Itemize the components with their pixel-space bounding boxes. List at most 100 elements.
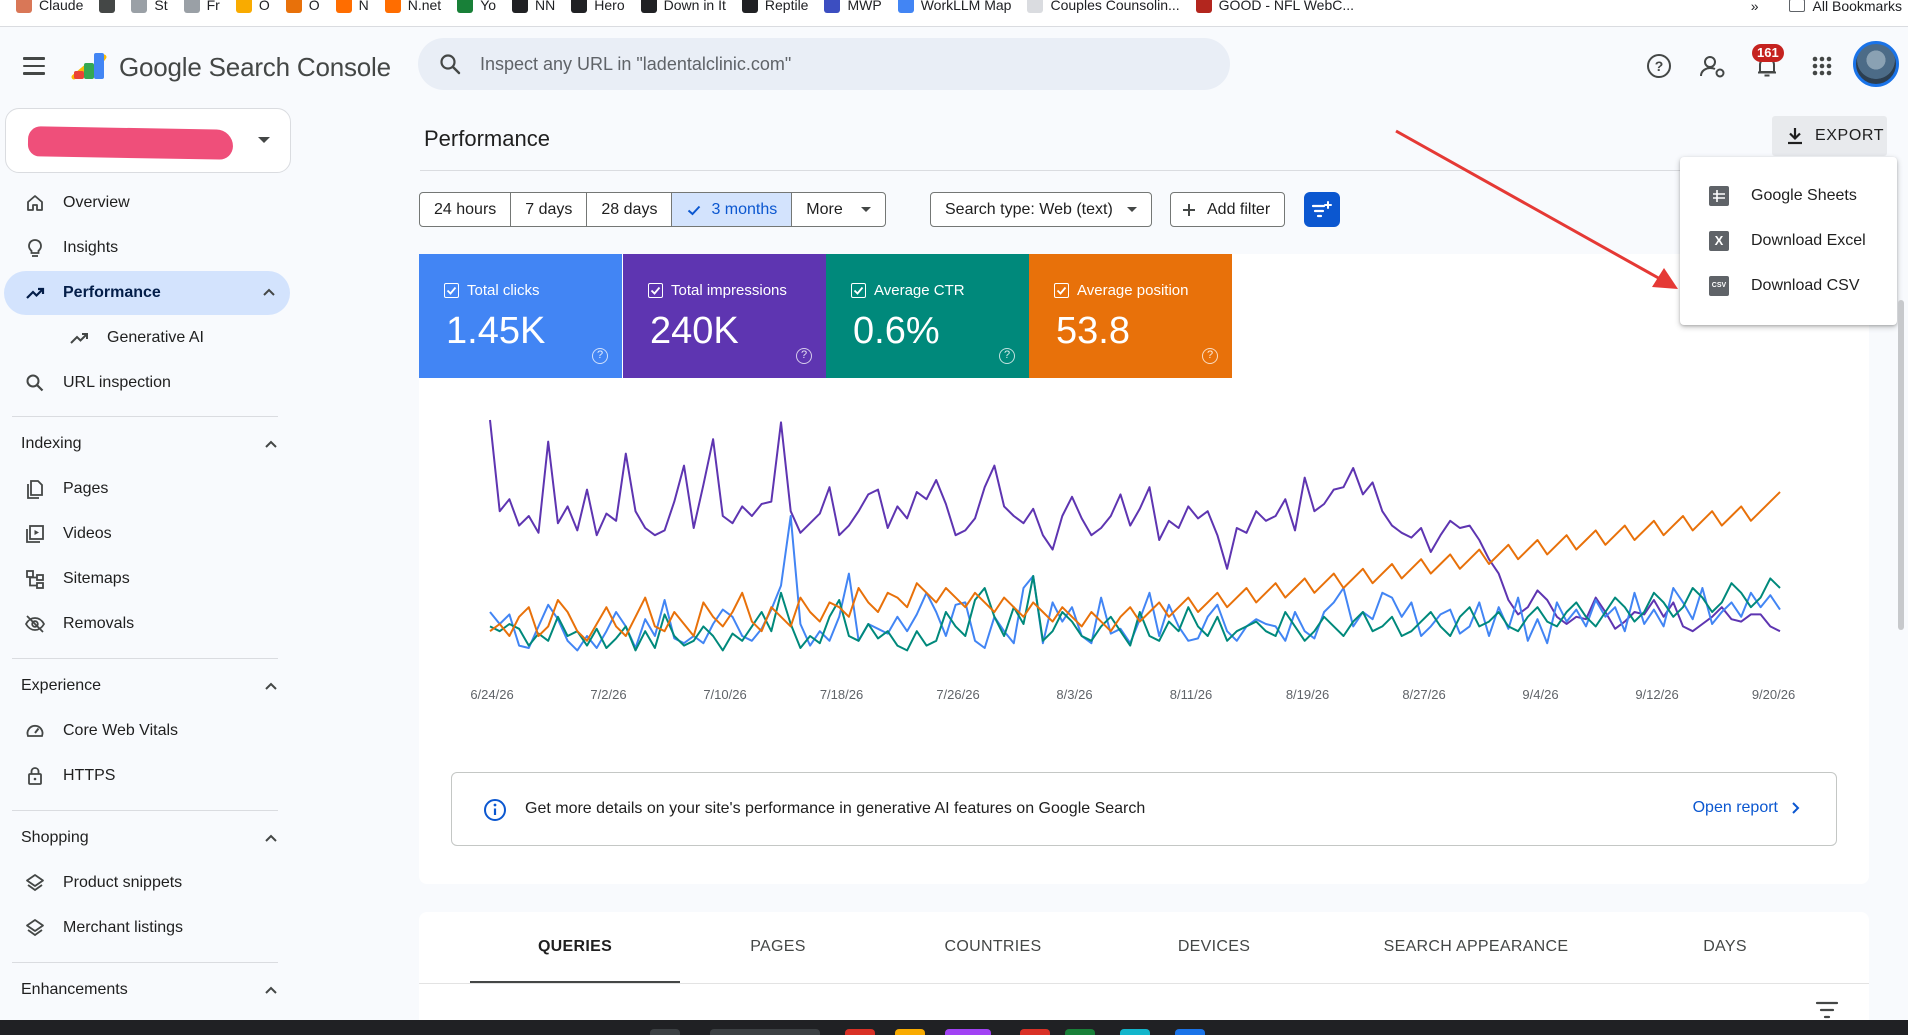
bookmark-item[interactable]: Claude: [16, 0, 83, 19]
bookmark-item[interactable]: GOOD - NFL WebC...: [1195, 0, 1354, 19]
apps-grid-icon[interactable]: [1808, 52, 1836, 80]
sidebar-item-sitemaps[interactable]: Sitemaps: [4, 557, 290, 601]
bookmark-item[interactable]: St: [131, 0, 168, 19]
bookmark-item[interactable]: Reptile: [741, 0, 809, 19]
bookmark-item[interactable]: Yo: [457, 0, 496, 19]
page-scrollbar[interactable]: [1898, 300, 1904, 630]
chevron-up-icon[interactable]: [262, 678, 280, 696]
tab-countries[interactable]: COUNTRIES: [945, 938, 1042, 956]
tab-devices[interactable]: DEVICES: [1178, 938, 1250, 956]
taskbar-app[interactable]: [650, 1029, 680, 1035]
main-menu-button[interactable]: [18, 50, 50, 82]
chevron-up-icon[interactable]: [262, 982, 280, 1000]
sidebar-item-generative-ai[interactable]: Generative AI: [4, 316, 290, 360]
section-shopping[interactable]: Shopping: [21, 829, 89, 847]
date-range-option[interactable]: 3 months: [672, 193, 793, 226]
bookmark-item[interactable]: Hero: [571, 0, 625, 19]
section-enhancements[interactable]: Enhancements: [21, 981, 128, 999]
sidebar-item-performance[interactable]: Performance: [4, 271, 290, 315]
metric-tile[interactable]: Total impressions 240K?: [623, 254, 826, 378]
taskbar-app[interactable]: [1065, 1029, 1095, 1035]
help-icon[interactable]: ?: [1645, 52, 1673, 80]
google-sheets-icon: [1709, 185, 1729, 206]
taskbar-app[interactable]: [845, 1029, 875, 1035]
bookmark-item[interactable]: Fr: [183, 0, 220, 19]
checkbox-checked-icon[interactable]: [648, 283, 663, 298]
sidebar-item-product-snippets[interactable]: Product snippets: [4, 861, 290, 905]
taskbar-app[interactable]: [945, 1029, 991, 1035]
x-tick-label: 7/26/26: [936, 687, 980, 702]
metric-tile[interactable]: Average position 53.8?: [1029, 254, 1232, 378]
bookmark-label: Claude: [39, 0, 84, 13]
all-bookmarks-label[interactable]: All Bookmarks: [1813, 0, 1902, 14]
sidebar-item-merchant-listings[interactable]: Merchant listings: [4, 906, 290, 950]
url-inspection-search[interactable]: [418, 38, 1230, 90]
export-button[interactable]: EXPORT: [1772, 116, 1887, 156]
add-filter-button[interactable]: Add filter: [1170, 192, 1286, 227]
tab-pages[interactable]: PAGES: [750, 938, 805, 956]
section-indexing[interactable]: Indexing: [21, 435, 82, 453]
bookmark-item[interactable]: MWP: [824, 0, 882, 19]
bookmark-item[interactable]: N.net: [384, 0, 441, 19]
date-range-option[interactable]: 7 days: [511, 193, 588, 226]
bookmark-item[interactable]: Couples Counsolin...: [1027, 0, 1180, 19]
taskbar-app[interactable]: [895, 1029, 925, 1035]
checkbox-checked-icon[interactable]: [444, 283, 459, 298]
bookmark-item[interactable]: WorkLLM Map: [897, 0, 1011, 19]
chevron-up-icon[interactable]: [262, 830, 280, 848]
bookmark-item[interactable]: O: [235, 0, 270, 19]
user-settings-icon[interactable]: [1699, 52, 1727, 80]
help-icon[interactable]: ?: [999, 348, 1015, 364]
help-icon[interactable]: ?: [1202, 348, 1218, 364]
filter-rows-icon[interactable]: [1815, 1000, 1839, 1020]
sidebar-item-url-inspection[interactable]: URL inspection: [4, 361, 290, 405]
sidebar-item-insights[interactable]: Insights: [4, 226, 290, 270]
bookmark-item[interactable]: N: [335, 0, 369, 19]
sidebar-item-overview[interactable]: Overview: [4, 181, 290, 225]
help-icon[interactable]: ?: [796, 348, 812, 364]
export-google-sheets[interactable]: Google Sheets: [1680, 173, 1897, 218]
metric-tile[interactable]: Average CTR 0.6%?: [826, 254, 1029, 378]
tab-search-appearance[interactable]: SEARCH APPEARANCE: [1384, 938, 1569, 956]
checkbox-checked-icon[interactable]: [851, 283, 866, 298]
search-type-filter[interactable]: Search type: Web (text): [930, 192, 1152, 227]
bookmark-item[interactable]: O: [285, 0, 320, 19]
date-range-option[interactable]: More: [792, 193, 884, 226]
taskbar-app[interactable]: [1175, 1029, 1205, 1035]
bookmark-item[interactable]: NN: [512, 0, 555, 19]
tab-days[interactable]: DAYS: [1703, 938, 1747, 956]
export-download-excel[interactable]: X Download Excel: [1680, 218, 1897, 263]
taskbar-app[interactable]: [710, 1029, 820, 1035]
search-input[interactable]: [480, 53, 1230, 75]
account-avatar[interactable]: [1853, 41, 1899, 87]
metric-label-text: Average position: [1077, 282, 1189, 299]
checkbox-checked-icon[interactable]: [1054, 283, 1069, 298]
chevron-up-icon[interactable]: [262, 436, 280, 454]
export-download-csv[interactable]: CSV Download CSV: [1680, 263, 1897, 308]
sidebar-item-videos[interactable]: Videos: [4, 512, 290, 556]
search-icon: [26, 374, 44, 392]
metric-tile[interactable]: Total clicks 1.45K?: [419, 254, 622, 378]
taskbar-app[interactable]: [1120, 1029, 1150, 1035]
chevron-up-icon[interactable]: [260, 284, 278, 302]
sidebar-item-pages[interactable]: Pages: [4, 467, 290, 511]
bookmark-item[interactable]: [99, 0, 116, 19]
sidebar-item-https[interactable]: HTTPS: [4, 754, 290, 798]
help-icon[interactable]: ?: [592, 348, 608, 364]
bookmark-label: Reptile: [764, 0, 809, 13]
sidebar-item-core-web-vitals[interactable]: Core Web Vitals: [4, 709, 290, 753]
bookmark-item[interactable]: Down in It: [640, 0, 726, 19]
open-report-link[interactable]: Open report: [1693, 799, 1800, 817]
taskbar-app[interactable]: [1020, 1029, 1050, 1035]
section-experience[interactable]: Experience: [21, 677, 101, 695]
divider: [12, 658, 278, 659]
tab-queries[interactable]: QUERIES: [538, 938, 612, 956]
sidebar-item-label: Core Web Vitals: [63, 722, 179, 739]
sidebar-item-removals[interactable]: Removals: [4, 602, 290, 646]
date-range-option[interactable]: 28 days: [587, 193, 673, 226]
more-bookmarks-button[interactable]: »: [1751, 0, 1759, 14]
compare-button[interactable]: [1304, 192, 1340, 227]
date-range-option[interactable]: 24 hours: [420, 193, 512, 226]
property-selector[interactable]: [5, 108, 291, 173]
bookmark-favicon-icon: [824, 0, 841, 13]
